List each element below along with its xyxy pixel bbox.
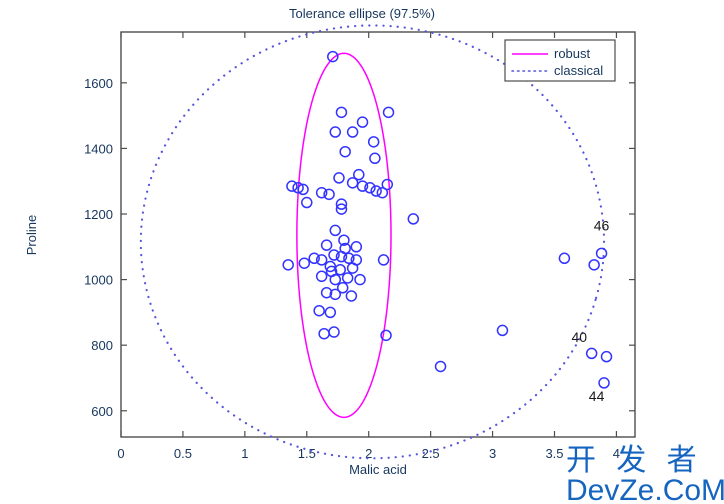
chart-title: Tolerance ellipse (97.5%): [289, 6, 435, 21]
legend: robust classical: [504, 39, 616, 82]
y-axis-title: Proline: [24, 215, 39, 255]
x-tick-label: 3.5: [545, 446, 563, 461]
x-tick-label: 3: [489, 446, 496, 461]
scatter-plot-svg: Tolerance ellipse (97.5%) 0 0.5 1 1.5 2 2.5 3 3…: [0, 0, 724, 504]
outlier-label: 46: [594, 217, 610, 233]
y-tick-label: 600: [91, 404, 113, 419]
figure-container: Tolerance ellipse (97.5%) 0 0.5 1 1.5 2 2.5 3 3…: [0, 0, 724, 504]
watermark-line1: 开 发 者: [566, 444, 703, 477]
watermark-line2: DevZe.CoM: [566, 474, 724, 504]
x-tick-label: 0.5: [174, 446, 192, 461]
x-tick-label: 2: [365, 446, 372, 461]
x-axis-title: Malic acid: [349, 462, 407, 477]
outlier-label: 40: [571, 329, 587, 345]
y-tick-label: 1200: [84, 207, 113, 222]
x-tick-label: 1: [241, 446, 248, 461]
legend-label-classical: classical: [554, 63, 603, 78]
legend-label-robust: robust: [554, 46, 591, 61]
watermark: 开 发 者 DevZe.CoM: [566, 444, 724, 504]
outlier-label: 44: [589, 388, 605, 404]
x-tick-label: 1.5: [298, 446, 316, 461]
y-tick-label: 800: [91, 338, 113, 353]
y-tick-label: 1400: [84, 141, 113, 156]
y-tick-label: 1600: [84, 76, 113, 91]
y-tick-label: 1000: [84, 273, 113, 288]
x-tick-label: 0: [117, 446, 124, 461]
